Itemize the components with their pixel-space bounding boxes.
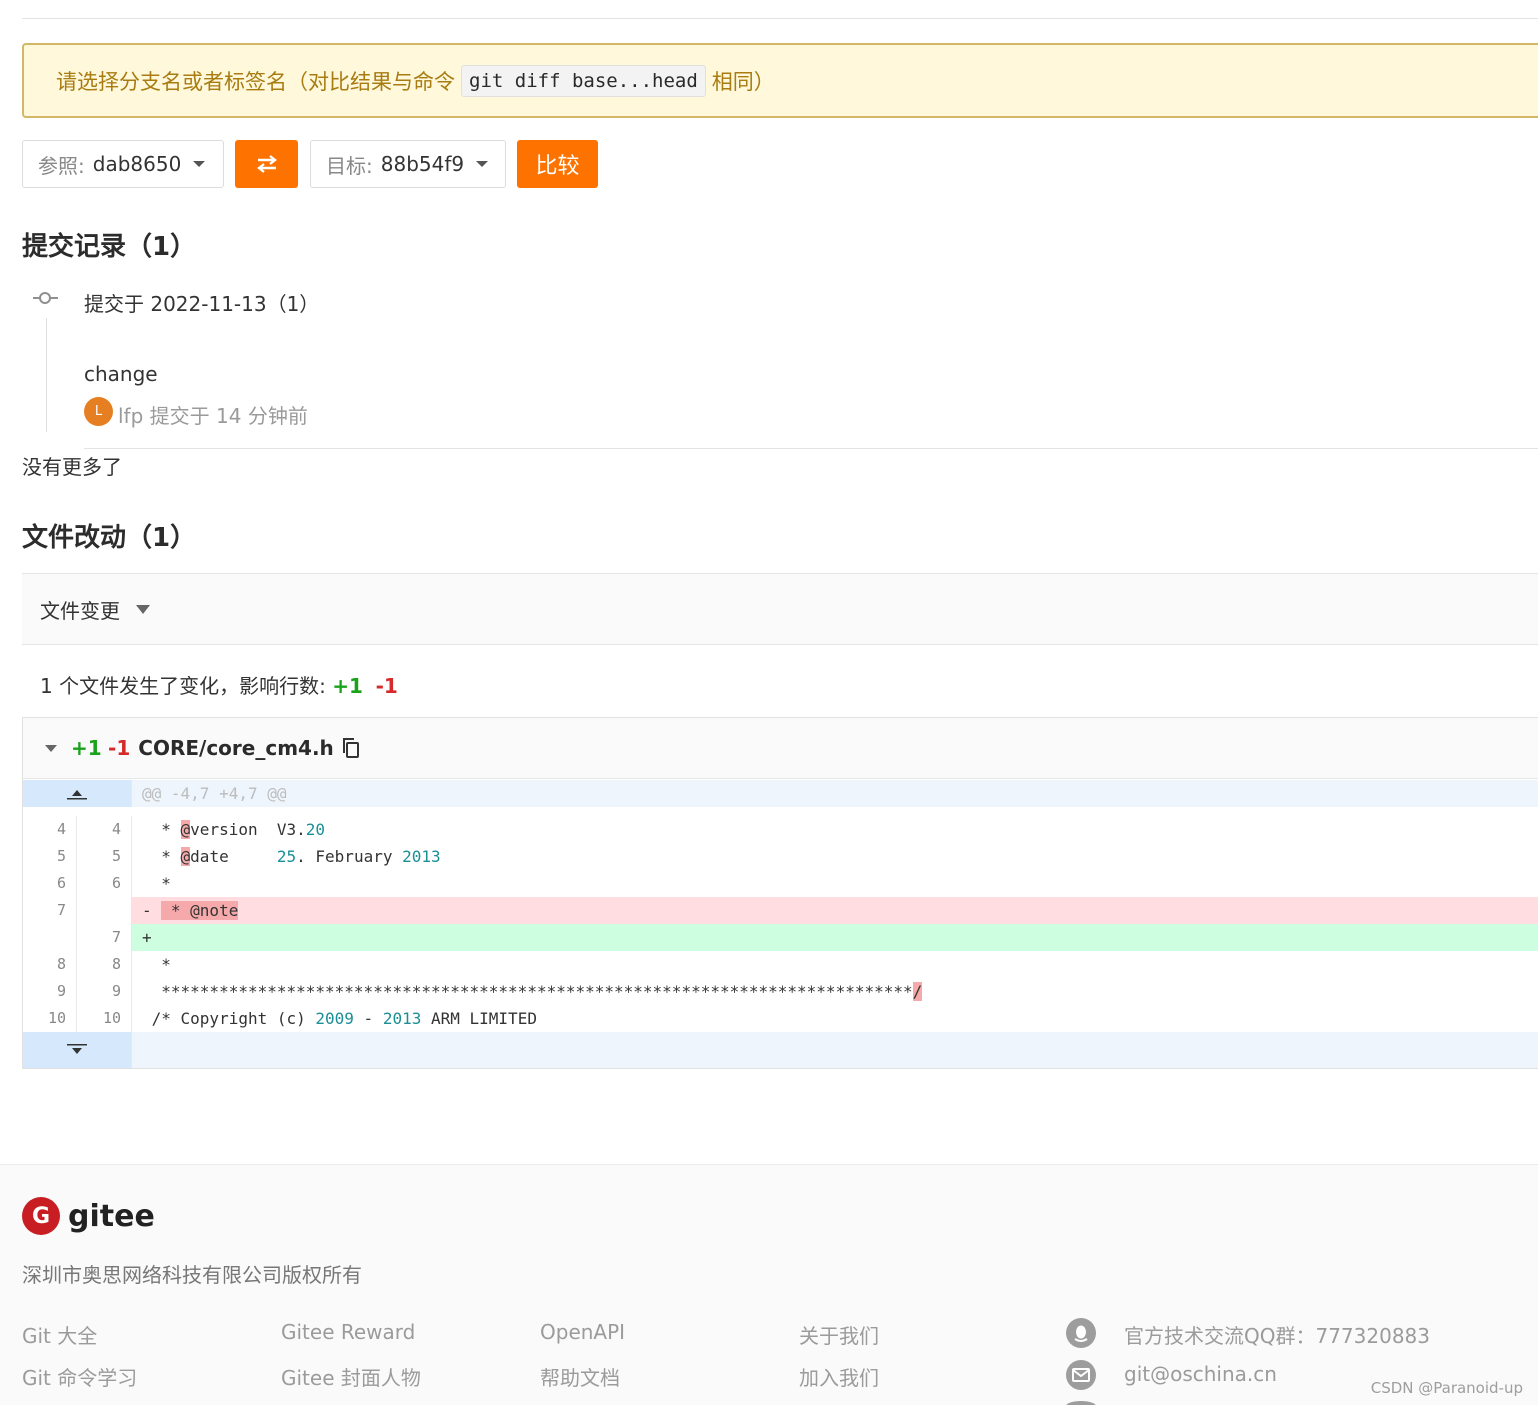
diff-line: 7 + xyxy=(23,924,1538,951)
base-ref-label: 参照: xyxy=(38,153,85,178)
files-heading: 文件改动（1） xyxy=(22,523,197,553)
gitee-logo[interactable]: G gitee xyxy=(22,1197,155,1235)
old-line-number[interactable] xyxy=(23,924,77,951)
old-line-number[interactable]: 10 xyxy=(23,1005,77,1032)
diff-line: 44 * @version V3.20 xyxy=(23,816,1538,843)
file-add-count: +1 xyxy=(71,736,102,760)
diff-line: 99 *************************************… xyxy=(23,978,1538,1005)
old-line-number[interactable]: 6 xyxy=(23,870,77,897)
hunk-header: @@ -4,7 +4,7 @@ xyxy=(131,780,1538,807)
email-link[interactable]: git@oschina.cn xyxy=(1124,1362,1277,1386)
expand-up-button[interactable] xyxy=(23,780,131,807)
notice-suffix: 相同） xyxy=(711,69,775,94)
footer-link[interactable]: 加入我们 xyxy=(799,1362,879,1391)
collapse-triangle-icon[interactable] xyxy=(45,744,57,752)
diff-line: 55 * @date 25. February 2013 xyxy=(23,843,1538,870)
footer-link[interactable]: Gitee Reward xyxy=(281,1320,415,1344)
footer-link[interactable]: 关于我们 xyxy=(799,1320,879,1349)
commit-meta: lfp 提交于 14 分钟前 xyxy=(118,404,308,428)
commit-node-line xyxy=(50,297,58,299)
compare-notice: 请选择分支名或者标签名（对比结果与命令 git diff base...head… xyxy=(22,43,1538,118)
footer-link[interactable]: Git 命令学习 xyxy=(22,1362,137,1391)
diff-line: 7 - * @note xyxy=(23,897,1538,924)
swap-arrows-icon xyxy=(256,155,277,173)
new-line-number[interactable]: 7 xyxy=(77,924,131,951)
old-line-number[interactable]: 7 xyxy=(23,897,77,924)
diff-code: * @version V3.20 xyxy=(131,816,1538,843)
base-ref-select[interactable]: 参照: dab8650 xyxy=(22,140,224,188)
qq-icon xyxy=(1066,1318,1096,1348)
swap-button[interactable] xyxy=(235,140,298,188)
commit-timeline xyxy=(46,318,47,432)
caret-down-icon xyxy=(476,161,489,167)
diff-code: /* Copyright (c) 2009 - 2013 ARM LIMITED xyxy=(131,1005,1538,1032)
new-line-number[interactable]: 5 xyxy=(77,843,131,870)
file-changes-dropdown[interactable]: 文件变更 xyxy=(22,573,1538,645)
file-del-count: -1 xyxy=(108,736,131,760)
file-diff: +1 -1 CORE/core_cm4.h @@ -4,7 +4,7 @@ 44… xyxy=(22,717,1538,1069)
old-line-number[interactable]: 4 xyxy=(23,816,77,843)
summary-text: 1 个文件发生了变化，影响行数: xyxy=(40,674,326,698)
diff-line: 66 * xyxy=(23,870,1538,897)
new-line-number[interactable]: 10 xyxy=(77,1005,131,1032)
hunk-footer xyxy=(131,1032,1538,1068)
old-line-number[interactable]: 5 xyxy=(23,843,77,870)
file-diff-header[interactable]: +1 -1 CORE/core_cm4.h xyxy=(23,718,1538,779)
notice-command: git diff base...head xyxy=(461,64,706,97)
diff-code: * xyxy=(131,951,1538,978)
expand-up-icon xyxy=(67,789,87,799)
watermark: CSDN @Paranoid-up xyxy=(1370,1379,1523,1397)
diff-summary: 1 个文件发生了变化，影响行数: +1 -1 xyxy=(40,670,398,699)
logo-text: gitee xyxy=(68,1198,155,1234)
new-line-number[interactable]: 9 xyxy=(77,978,131,1005)
footer-link[interactable]: OpenAPI xyxy=(540,1320,625,1344)
old-line-number[interactable]: 9 xyxy=(23,978,77,1005)
new-line-number[interactable]: 6 xyxy=(77,870,131,897)
commit-divider xyxy=(84,448,1538,449)
file-changes-label: 文件变更 xyxy=(40,598,120,623)
top-divider xyxy=(22,18,1538,19)
footer-link[interactable]: 帮助文档 xyxy=(540,1362,620,1391)
expand-down-button[interactable] xyxy=(23,1032,131,1068)
footer-link[interactable]: Git 大全 xyxy=(22,1320,97,1349)
diff-code: + xyxy=(131,924,1538,951)
avatar[interactable]: L xyxy=(84,397,113,426)
file-name[interactable]: CORE/core_cm4.h xyxy=(138,736,334,760)
target-ref-label: 目标: xyxy=(326,153,373,178)
diff-code: * @date 25. February 2013 xyxy=(131,843,1538,870)
caret-down-icon xyxy=(193,161,206,167)
new-line-number[interactable]: 8 xyxy=(77,951,131,978)
new-line-number[interactable] xyxy=(77,897,131,924)
triangle-down-icon xyxy=(136,604,150,614)
summary-del-count: -1 xyxy=(375,674,398,698)
target-ref-value: 88b54f9 xyxy=(380,152,465,176)
hunk-footer-row xyxy=(23,1032,1538,1068)
diff-line: 10 10 /* Copyright (c) 2009 - 2013 ARM LI… xyxy=(23,1005,1538,1032)
commit-date-group: 提交于 2022-11-13（1） xyxy=(84,292,320,316)
diff-code: - * @note xyxy=(131,897,1538,924)
copy-icon[interactable] xyxy=(342,737,360,759)
footer-copyright: 深圳市奥思网络科技有限公司版权所有 xyxy=(22,1263,362,1287)
partial-icon xyxy=(1066,1401,1096,1405)
mail-icon xyxy=(1066,1360,1096,1390)
no-more-text: 没有更多了 xyxy=(22,455,122,479)
gitee-logo-icon: G xyxy=(22,1197,60,1235)
target-ref-select[interactable]: 目标: 88b54f9 xyxy=(310,140,506,188)
diff-code: * xyxy=(131,870,1538,897)
new-line-number[interactable]: 4 xyxy=(77,816,131,843)
site-footer: G gitee 深圳市奥思网络科技有限公司版权所有 Git 大全 Git 命令学… xyxy=(0,1164,1538,1405)
footer-link[interactable]: Gitee 封面人物 xyxy=(281,1362,421,1391)
commit-message[interactable]: change xyxy=(84,362,158,386)
notice-prefix: 请选择分支名或者标签名（对比结果与命令 xyxy=(56,69,455,94)
diff-line: 88 * xyxy=(23,951,1538,978)
expand-down-icon xyxy=(67,1044,87,1054)
base-ref-value: dab8650 xyxy=(92,152,182,176)
compare-button[interactable]: 比较 xyxy=(517,140,598,188)
qq-group-text: 官方技术交流QQ群：777320883 xyxy=(1124,1324,1431,1348)
summary-add-count: +1 xyxy=(332,674,363,698)
old-line-number[interactable]: 8 xyxy=(23,951,77,978)
commits-heading: 提交记录（1） xyxy=(22,232,197,262)
hunk-header-row: @@ -4,7 +4,7 @@ xyxy=(23,780,1538,807)
diff-code: ****************************************… xyxy=(131,978,1538,1005)
